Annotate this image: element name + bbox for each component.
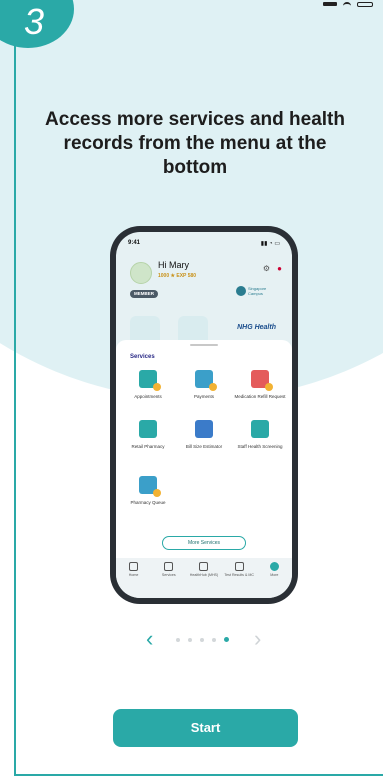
phone-screen: 9:41 ▮▮ ◔ ▭ Hi Mary 1000 ★ EXP 580 ⚙ ● M… — [116, 232, 292, 598]
phone-mockup: 9:41 ▮▮ ◔ ▭ Hi Mary 1000 ★ EXP 580 ⚙ ● M… — [110, 226, 298, 604]
more-services-button: More Services — [162, 536, 246, 550]
partner-label: Singapore Campus — [248, 286, 267, 296]
more-icon — [269, 562, 279, 571]
service-label: Payments — [193, 394, 214, 399]
phone-tab-bar: Home Services HealthHub (MHS) Test Resul… — [116, 558, 292, 598]
screening-icon — [251, 420, 269, 438]
retail-pharmacy-icon — [139, 420, 157, 438]
page-dot[interactable] — [212, 637, 216, 642]
service-label: Pharmacy Queue — [130, 500, 166, 505]
healthhub-icon — [199, 562, 209, 571]
service-pharmacy-queue: Pharmacy Queue — [122, 476, 174, 506]
service-label: Bill Size Estimator — [185, 444, 223, 449]
battery-icon — [357, 1, 373, 7]
tab-home: Home — [119, 562, 149, 598]
service-medication-refill: Medication Refill Request — [234, 370, 286, 400]
service-bill-size: Bill Size Estimator — [178, 420, 230, 450]
partner-logo-icon — [236, 286, 246, 296]
queue-icon — [139, 476, 161, 497]
phone-status-icons: ▮▮ ◔ ▭ — [260, 241, 280, 247]
page-title: Access more services and health records … — [45, 109, 345, 178]
service-payments: Payments — [178, 370, 230, 400]
pagination-dots — [176, 637, 229, 642]
nhg-logo: NHG Health — [237, 324, 276, 331]
tab-services: Services — [154, 562, 184, 598]
services-icon — [164, 562, 174, 571]
page-dot-active[interactable] — [224, 637, 229, 642]
wifi-icon — [343, 2, 351, 6]
frame-edge-left — [14, 0, 16, 776]
phone-time: 9:41 — [128, 240, 141, 246]
service-label: Retail Pharmacy — [131, 444, 165, 449]
member-badge: MEMBER — [130, 290, 158, 298]
gear-icon: ⚙ — [262, 264, 270, 273]
service-staff-screening: Staff Health Screening — [234, 420, 286, 450]
avatar — [130, 262, 152, 284]
calculator-icon — [195, 420, 213, 438]
page-dot[interactable] — [188, 637, 192, 642]
signal-icon — [323, 2, 337, 6]
medication-icon — [251, 370, 273, 391]
previous-arrow-icon[interactable]: ‹ — [146, 628, 153, 650]
service-label: Medication Refill Request — [234, 394, 286, 399]
service-label: Appointments — [134, 394, 162, 399]
tab-healthhub: HealthHub (MHS) — [189, 562, 219, 598]
test-results-icon — [234, 562, 244, 571]
calendar-icon — [139, 370, 161, 391]
tab-test-results: Test Results & MC — [224, 562, 254, 598]
start-button[interactable]: Start — [113, 709, 298, 747]
page-dot[interactable] — [200, 637, 204, 642]
service-retail-pharmacy: Retail Pharmacy — [122, 420, 174, 450]
onboarding-screen: 3 Access more services and health record… — [0, 0, 383, 776]
page-dot[interactable] — [176, 637, 180, 642]
step-number: 3 — [23, 1, 45, 42]
service-label: Staff Health Screening — [237, 444, 283, 449]
home-icon — [129, 562, 139, 571]
services-title: Services — [130, 354, 155, 360]
tab-more: More — [259, 562, 289, 598]
sheet-handle — [190, 344, 218, 346]
greeting: Hi Mary — [158, 260, 189, 270]
bell-icon: ● — [277, 264, 282, 273]
points-summary: 1000 ★ EXP 580 — [158, 273, 197, 279]
services-sheet: Services Appointments Payments Medicatio… — [116, 340, 292, 558]
payments-icon — [195, 370, 217, 391]
status-bar — [323, 0, 373, 8]
next-arrow-icon[interactable]: › — [254, 628, 261, 650]
service-appointments: Appointments — [122, 370, 174, 400]
